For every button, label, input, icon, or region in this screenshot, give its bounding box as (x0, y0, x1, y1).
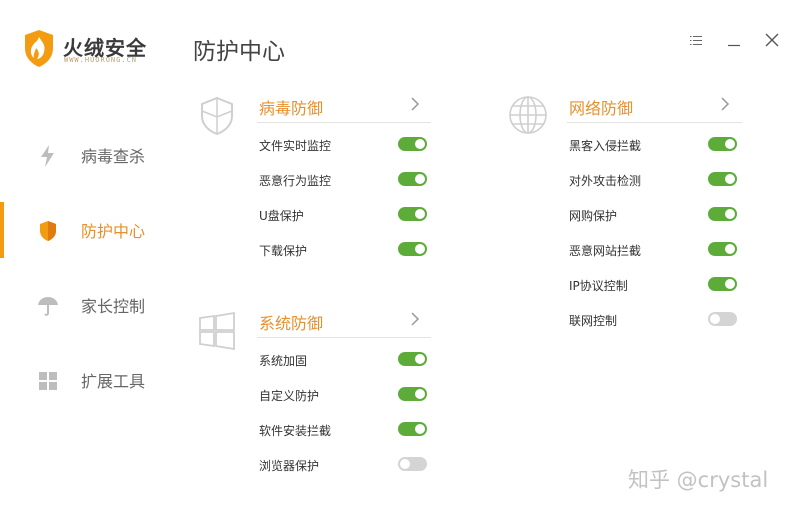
app-subtitle: WWW.HUORONG.CN (64, 56, 138, 64)
section-divider (257, 337, 431, 338)
toggle-system-hardening[interactable] (398, 352, 427, 366)
sidebar-item-label: 家长控制 (81, 297, 146, 316)
windows-icon (199, 311, 235, 351)
toggle-download-protection[interactable] (398, 242, 427, 256)
toggle-software-install-block[interactable] (398, 422, 427, 436)
section-divider (257, 122, 431, 123)
item-system-hardening: 系统加固 (259, 354, 308, 368)
chevron-right-icon[interactable] (718, 96, 732, 112)
item-malicious-site-block: 恶意网站拦截 (569, 244, 642, 258)
section-title-virus-defense: 病毒防御 (259, 99, 324, 118)
item-browser-protection: 浏览器保护 (259, 459, 320, 473)
toggle-usb-protection[interactable] (398, 207, 427, 221)
item-software-install-block: 软件安装拦截 (259, 424, 332, 438)
item-ip-protocol-control: IP协议控制 (569, 279, 628, 293)
sidebar-item-extension-tools[interactable]: 扩展工具 (0, 352, 180, 408)
section-divider (567, 122, 742, 123)
toggle-browser-protection[interactable] (398, 457, 427, 471)
toggle-network-access-control[interactable] (708, 312, 737, 326)
toggle-malicious-behavior-monitor[interactable] (398, 172, 427, 186)
toggle-online-shopping-protection[interactable] (708, 207, 737, 221)
item-online-shopping-protection: 网购保护 (569, 209, 618, 223)
toggle-outbound-attack-detect[interactable] (708, 172, 737, 186)
sidebar-item-parental-control[interactable]: 家长控制 (0, 277, 180, 333)
umbrella-icon (38, 297, 58, 316)
sidebar-item-virus-scan[interactable]: 病毒查杀 (0, 127, 180, 183)
menu-icon[interactable] (686, 30, 706, 50)
item-usb-protection: U盘保护 (259, 209, 304, 223)
toggle-ip-protocol-control[interactable] (708, 277, 737, 291)
toggle-hacker-intrusion-block[interactable] (708, 137, 737, 151)
toggle-malicious-site-block[interactable] (708, 242, 737, 256)
flame-shield-icon (25, 30, 53, 67)
section-title-system-defense: 系统防御 (259, 314, 324, 333)
item-network-access-control: 联网控制 (569, 314, 618, 328)
globe-icon (509, 96, 547, 134)
toggle-file-realtime-monitor[interactable] (398, 137, 427, 151)
shield-icon (40, 221, 56, 241)
item-custom-protection: 自定义防护 (259, 389, 320, 403)
chevron-right-icon[interactable] (408, 311, 422, 327)
sidebar-item-label: 防护中心 (81, 222, 146, 241)
item-file-realtime-monitor: 文件实时监控 (259, 139, 332, 153)
item-hacker-intrusion-block: 黑客入侵拦截 (569, 139, 642, 153)
section-title-network-defense: 网络防御 (569, 99, 634, 118)
watermark: 知乎 @crystal (628, 468, 769, 492)
shield-outline-icon (201, 96, 233, 135)
lightning-icon (41, 145, 54, 167)
item-malicious-behavior-monitor: 恶意行为监控 (259, 174, 332, 188)
sidebar-item-label: 病毒查杀 (81, 147, 146, 166)
item-download-protection: 下载保护 (259, 244, 308, 258)
item-outbound-attack-detect: 对外攻击检测 (569, 174, 642, 188)
minimize-icon[interactable] (724, 30, 744, 50)
close-icon[interactable] (762, 30, 782, 50)
sidebar-item-label: 扩展工具 (81, 372, 146, 391)
page-title: 防护中心 (193, 39, 285, 65)
app-logo: 火绒安全 WWW.HUORONG.CN (22, 28, 172, 68)
grid-icon (39, 372, 57, 390)
toggle-custom-protection[interactable] (398, 387, 427, 401)
sidebar-item-protection-center[interactable]: 防护中心 (0, 202, 180, 258)
chevron-right-icon[interactable] (408, 96, 422, 112)
